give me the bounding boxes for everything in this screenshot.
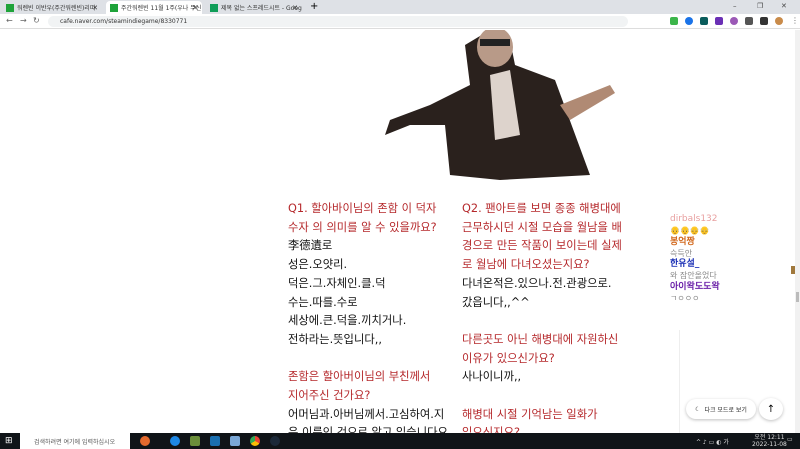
chat-message: 봉억짱 슥득안 bbox=[670, 237, 720, 260]
tab-title: 주간워렌빈 11월 1주(우나 무신 bbox=[121, 5, 202, 12]
url-input[interactable]: cafe.naver.com/steamindiegame/8330771 bbox=[48, 16, 628, 27]
question-line: Q1. 할아바이님의 존함 이 덕자 bbox=[288, 202, 437, 215]
question-line: 수자 의 의미를 알 수 있을까요? bbox=[288, 220, 437, 234]
question-line: 경으로 만든 작품이 보이는데 실제 bbox=[462, 239, 622, 253]
extension-icon[interactable] bbox=[745, 17, 753, 25]
question-line: 존함은 할아버이님의 부친께서 bbox=[288, 370, 431, 384]
extension-icon[interactable] bbox=[670, 17, 678, 25]
chat-message: 한유설_ 와 잠안올었다 bbox=[670, 259, 720, 282]
answer-line: 사나이니까,, bbox=[462, 370, 522, 384]
extension-icon[interactable] bbox=[685, 17, 693, 25]
edge-icon[interactable] bbox=[170, 436, 180, 446]
url-text: cafe.naver.com/steamindiegame/8330771 bbox=[60, 18, 188, 25]
extension-icon[interactable] bbox=[715, 17, 723, 25]
extension-icon[interactable] bbox=[700, 17, 708, 25]
question-line: 지어주신 건가요? bbox=[288, 389, 371, 403]
profile-avatar[interactable] bbox=[775, 17, 783, 25]
search-placeholder: 검색하려면 여기에 입력하십시오 bbox=[34, 439, 116, 446]
new-tab-button[interactable]: + bbox=[310, 1, 318, 12]
chat-username[interactable]: dirbals132 bbox=[670, 214, 720, 225]
notification-icon[interactable]: ▭ bbox=[787, 436, 793, 443]
answer-line: 李德遺로 bbox=[288, 239, 333, 253]
tab-2[interactable]: 제목 없는 스프레드시트 - Goog ✕ bbox=[206, 1, 302, 14]
tab-1[interactable]: 주간워렌빈 11월 1주(우나 무신 ✕ bbox=[106, 1, 202, 14]
taskbar-search[interactable]: 검색하려면 여기에 입력하십시오 bbox=[20, 433, 130, 449]
divider bbox=[679, 330, 680, 433]
answer-line: 덕은.그.자체인.클.덕 bbox=[288, 276, 386, 290]
chat-list: dirbals132 👴👴👴👴 봉억짱 슥득안 한유설_ 와 잠안올었다 아이왁도도왁 ㄱㅇㅇ… bbox=[670, 214, 720, 304]
chat-username[interactable]: 아이왁도도왁 bbox=[670, 282, 720, 293]
taskbar: ⊞ 검색하려면 여기에 입력하십시오 ^ ♪ ▭ ◐ 가 오전 12:11 202… bbox=[0, 433, 800, 449]
app-icon[interactable] bbox=[230, 436, 240, 446]
menu-icon[interactable]: ⋮ bbox=[791, 16, 799, 25]
article-image bbox=[385, 30, 615, 180]
scrollbar[interactable] bbox=[795, 30, 800, 433]
tab-title: 워렌빈 이반우(주간워렌빈)리미 bbox=[17, 5, 96, 12]
forward-icon[interactable]: → bbox=[20, 16, 27, 25]
reload-icon[interactable]: ↻ bbox=[33, 16, 40, 25]
steam-icon[interactable] bbox=[270, 436, 280, 446]
question-line: 로 월남에 다녀오셨는지요? bbox=[462, 258, 590, 272]
scrollbar-thumb[interactable] bbox=[796, 292, 799, 302]
extension-icon[interactable] bbox=[730, 17, 738, 25]
chat-message: dirbals132 👴👴👴👴 bbox=[670, 214, 720, 237]
answer-line: 갔읍니다,,^^ bbox=[462, 295, 530, 309]
dark-mode-button[interactable]: ☾ 다크 모드로 보기 bbox=[686, 399, 756, 419]
chat-username[interactable]: 한유설_ bbox=[670, 259, 720, 270]
question-line: Q2. 팬아트를 보면 종종 해병대에 bbox=[462, 202, 621, 215]
close-tab-icon[interactable]: ✕ bbox=[292, 4, 298, 12]
address-bar-row: ← → ↻ cafe.naver.com/steamindiegame/8330… bbox=[0, 14, 800, 29]
cafe-favicon-icon bbox=[110, 3, 118, 12]
question-line: 있으신지요? bbox=[462, 426, 520, 433]
back-icon[interactable]: ← bbox=[6, 16, 13, 25]
chat-message: 아이왁도도왁 ㄱㅇㅇㅇ bbox=[670, 282, 720, 305]
moon-icon: ☾ bbox=[695, 405, 701, 413]
cafe-favicon-icon bbox=[6, 3, 14, 12]
tab-bar: 워렌빈 이반우(주간워렌빈)리미 ✕ 주간워렌빈 11월 1주(우나 무신 ✕ 제목… bbox=[0, 0, 800, 14]
question-line: 다른곳도 아닌 해병대에 자원하신 bbox=[462, 332, 619, 346]
question-line: 해병대 시절 기억남는 일화가 bbox=[462, 407, 598, 421]
question-line: 이유가 있으신가요? bbox=[462, 351, 555, 365]
chat-text: ㄱㅇㅇㅇ bbox=[670, 294, 700, 304]
close-tab-icon[interactable]: ✕ bbox=[192, 4, 198, 12]
answer-line: 다녀온적은.있으나.전.관광으로. bbox=[462, 276, 612, 290]
scroll-top-button[interactable]: ↑ bbox=[759, 398, 783, 420]
close-tab-icon[interactable]: ✕ bbox=[92, 4, 98, 12]
chat-username[interactable]: 봉억짱 bbox=[670, 237, 720, 248]
article-page: Q1. 할아바이님의 존함 이 덕자수자 의 의미를 알 수 있을까요? 李德遺로… bbox=[0, 30, 800, 433]
tab-title: 제목 없는 스프레드시트 - Goog bbox=[221, 5, 302, 12]
date: 2022-11-08 bbox=[752, 441, 787, 448]
time: 오전 12:11 bbox=[754, 434, 785, 441]
tray-icons[interactable]: ^ ♪ ▭ ◐ 가 bbox=[696, 437, 729, 446]
clock[interactable]: 오전 12:11 2022-11-08 bbox=[752, 434, 787, 448]
chat-text: 와 잠안올었다 bbox=[670, 271, 717, 281]
chat-text: 슥득안 bbox=[670, 248, 693, 258]
answer-line: 어머님과.아버님께서.고심하여.지 bbox=[288, 407, 445, 421]
close-window-button[interactable]: ✕ bbox=[781, 2, 787, 10]
vscode-icon[interactable] bbox=[210, 436, 220, 446]
maximize-button[interactable]: ❐ bbox=[757, 2, 763, 10]
answer-line: 전하라는.뜻입니다,, bbox=[288, 332, 382, 346]
minimize-button[interactable]: – bbox=[733, 2, 737, 10]
answer-line: 은.이름인.것으로.알고.있습니다요 bbox=[288, 426, 448, 433]
windows-start-icon[interactable]: ⊞ bbox=[5, 436, 13, 446]
weather-icon[interactable] bbox=[140, 436, 150, 446]
chrome-icon[interactable] bbox=[250, 436, 260, 446]
question-line: 근무하시던 시절 모습을 월남을 배 bbox=[462, 220, 622, 234]
minecraft-icon[interactable] bbox=[190, 436, 200, 446]
left-column: Q1. 할아바이님의 존함 이 덕자수자 의 의미를 알 수 있을까요? 李德遺로… bbox=[288, 200, 458, 433]
right-column: Q2. 팬아트를 보면 종종 해병대에근무하시던 시절 모습을 월남을 배경으로… bbox=[462, 200, 632, 433]
dark-mode-label: 다크 모드로 보기 bbox=[704, 406, 747, 414]
sheets-favicon-icon bbox=[210, 3, 218, 12]
chat-text: 👴👴👴👴 bbox=[670, 226, 710, 236]
puzzle-icon[interactable] bbox=[760, 17, 768, 25]
answer-line: 수는.따를.수로 bbox=[288, 295, 358, 309]
answer-line: 세상에.큰.덕을.끼치거나. bbox=[288, 314, 407, 328]
tab-0[interactable]: 워렌빈 이반우(주간워렌빈)리미 ✕ bbox=[2, 1, 102, 14]
answer-line: 성은.오얏리. bbox=[288, 258, 348, 272]
